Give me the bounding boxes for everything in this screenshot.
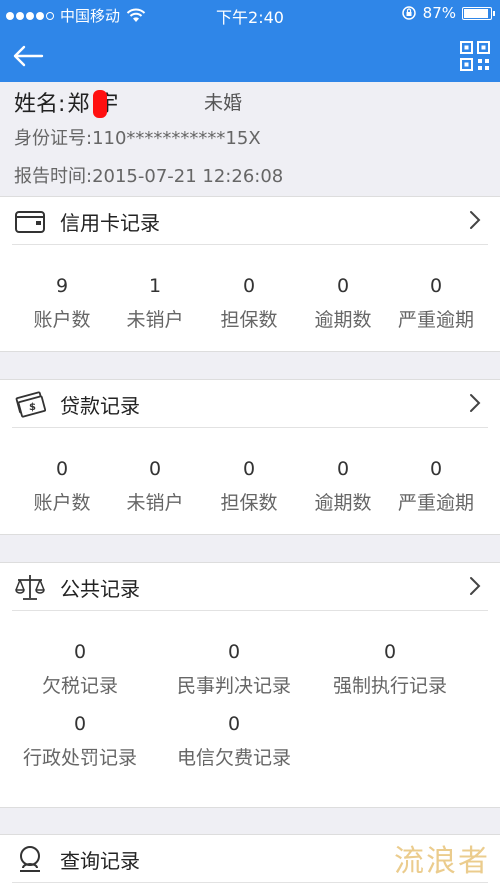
battery-percent: 87% (422, 4, 456, 22)
stat-value: 0 (73, 713, 87, 735)
loan-header[interactable]: $ 贷款记录 (12, 380, 488, 428)
stat-item: 9 账户数 (12, 275, 112, 332)
query-record-title: 查询记录 (60, 849, 140, 873)
credit-card-header[interactable]: 信用卡记录 (12, 197, 488, 245)
public-record-section: 公共记录 0 欠税记录 0 民事判决记录 0 强制执行记录 0 行政处罚记录 0… (0, 562, 500, 808)
stat-label: 电信欠费记录 (176, 747, 291, 769)
stat-item: 1 未销户 (105, 275, 205, 332)
rotation-lock-icon (401, 6, 416, 20)
stat-item: 0 担保数 (199, 275, 299, 332)
stat-value: 0 (242, 458, 256, 480)
stat-label: 未销户 (126, 309, 184, 331)
stat-item: 0 逾期数 (293, 458, 393, 515)
report-time: 报告时间:2015-07-21 12:26:08 (14, 166, 284, 187)
stat-label: 严重逾期 (397, 492, 474, 514)
stat-value: 0 (336, 275, 350, 297)
stat-label: 强制执行记录 (332, 675, 447, 697)
loan-title: 贷款记录 (60, 394, 140, 418)
stat-item: 0 账户数 (12, 458, 112, 515)
money-icon: $ (15, 391, 46, 418)
stat-label: 严重逾期 (397, 309, 474, 331)
stat-item: 0 严重逾期 (386, 275, 486, 332)
public-record-stats: 0 欠税记录 0 民事判决记录 0 强制执行记录 0 行政处罚记录 0 电信欠费… (0, 611, 500, 807)
stat-label: 民事判决记录 (176, 675, 291, 697)
stat-label: 逾期数 (314, 309, 372, 331)
stat-label: 逾期数 (314, 492, 372, 514)
card-icon (15, 211, 45, 233)
stat-item: 0 民事判决记录 (154, 641, 314, 698)
public-record-header[interactable]: 公共记录 (12, 563, 488, 611)
id-number: 身份证号:110***********15X (14, 128, 261, 149)
name-value: 郑 宇 (67, 86, 118, 118)
top-bar: 中国移动 下午2:40 87% (0, 0, 500, 82)
stat-value: 0 (73, 641, 87, 663)
stat-value: 0 (429, 275, 443, 297)
stat-label: 欠税记录 (41, 675, 118, 697)
stat-value: 0 (55, 458, 69, 480)
status-bar: 中国移动 下午2:40 87% (0, 0, 500, 28)
scale-icon (15, 575, 45, 600)
stat-label: 账户数 (33, 492, 91, 514)
nav-bar (0, 30, 500, 82)
name-redaction-mark (93, 90, 108, 118)
stat-value: 9 (55, 275, 69, 297)
stat-label: 担保数 (220, 309, 278, 331)
stat-label: 未销户 (126, 492, 184, 514)
stat-value: 0 (148, 458, 162, 480)
stat-item: 0 欠税记录 (0, 641, 160, 698)
chevron-right-icon[interactable] (468, 392, 482, 414)
loan-section: $ 贷款记录 0 账户数 0 未销户 0 担保数 0 逾期数 0 严重逾期 (0, 379, 500, 535)
stat-item: 0 未销户 (105, 458, 205, 515)
stat-item: 0 担保数 (199, 458, 299, 515)
stat-label: 行政处罚记录 (22, 747, 137, 769)
stat-value: 0 (429, 458, 443, 480)
stat-value: 0 (227, 713, 241, 735)
back-arrow-icon[interactable] (10, 38, 46, 74)
stat-value: 1 (148, 275, 162, 297)
chevron-right-icon[interactable] (468, 575, 482, 597)
svg-text:$: $ (29, 402, 36, 413)
watermark-text: 流浪者 (394, 844, 490, 879)
stat-value: 0 (227, 641, 241, 663)
public-record-title: 公共记录 (60, 577, 140, 601)
battery-icon (462, 6, 495, 20)
stat-item: 0 逾期数 (293, 275, 393, 332)
stat-label: 担保数 (220, 492, 278, 514)
search-person-icon (20, 846, 40, 872)
name-row: 姓名: 郑 宇 (14, 86, 118, 118)
qr-code-icon[interactable] (460, 41, 490, 71)
loan-stats: 0 账户数 0 未销户 0 担保数 0 逾期数 0 严重逾期 (0, 428, 500, 533)
stat-value: 0 (336, 458, 350, 480)
stat-item: 0 电信欠费记录 (154, 713, 314, 770)
credit-card-title: 信用卡记录 (60, 211, 160, 235)
stat-value: 0 (383, 641, 397, 663)
stat-value: 0 (242, 275, 256, 297)
profile-info: 姓名: 郑 宇 未婚 身份证号:110***********15X 报告时间:2… (0, 82, 500, 194)
credit-card-stats: 9 账户数 1 未销户 0 担保数 0 逾期数 0 严重逾期 (0, 245, 500, 350)
stat-item: 0 强制执行记录 (310, 641, 470, 698)
marital-status: 未婚 (204, 92, 243, 114)
stat-label: 账户数 (33, 309, 91, 331)
stat-item: 0 行政处罚记录 (0, 713, 160, 770)
chevron-right-icon[interactable] (468, 209, 482, 231)
stat-item: 0 严重逾期 (386, 458, 486, 515)
name-label: 姓名: (14, 92, 66, 117)
credit-card-section: 信用卡记录 9 账户数 1 未销户 0 担保数 0 逾期数 0 严重逾期 (0, 196, 500, 352)
